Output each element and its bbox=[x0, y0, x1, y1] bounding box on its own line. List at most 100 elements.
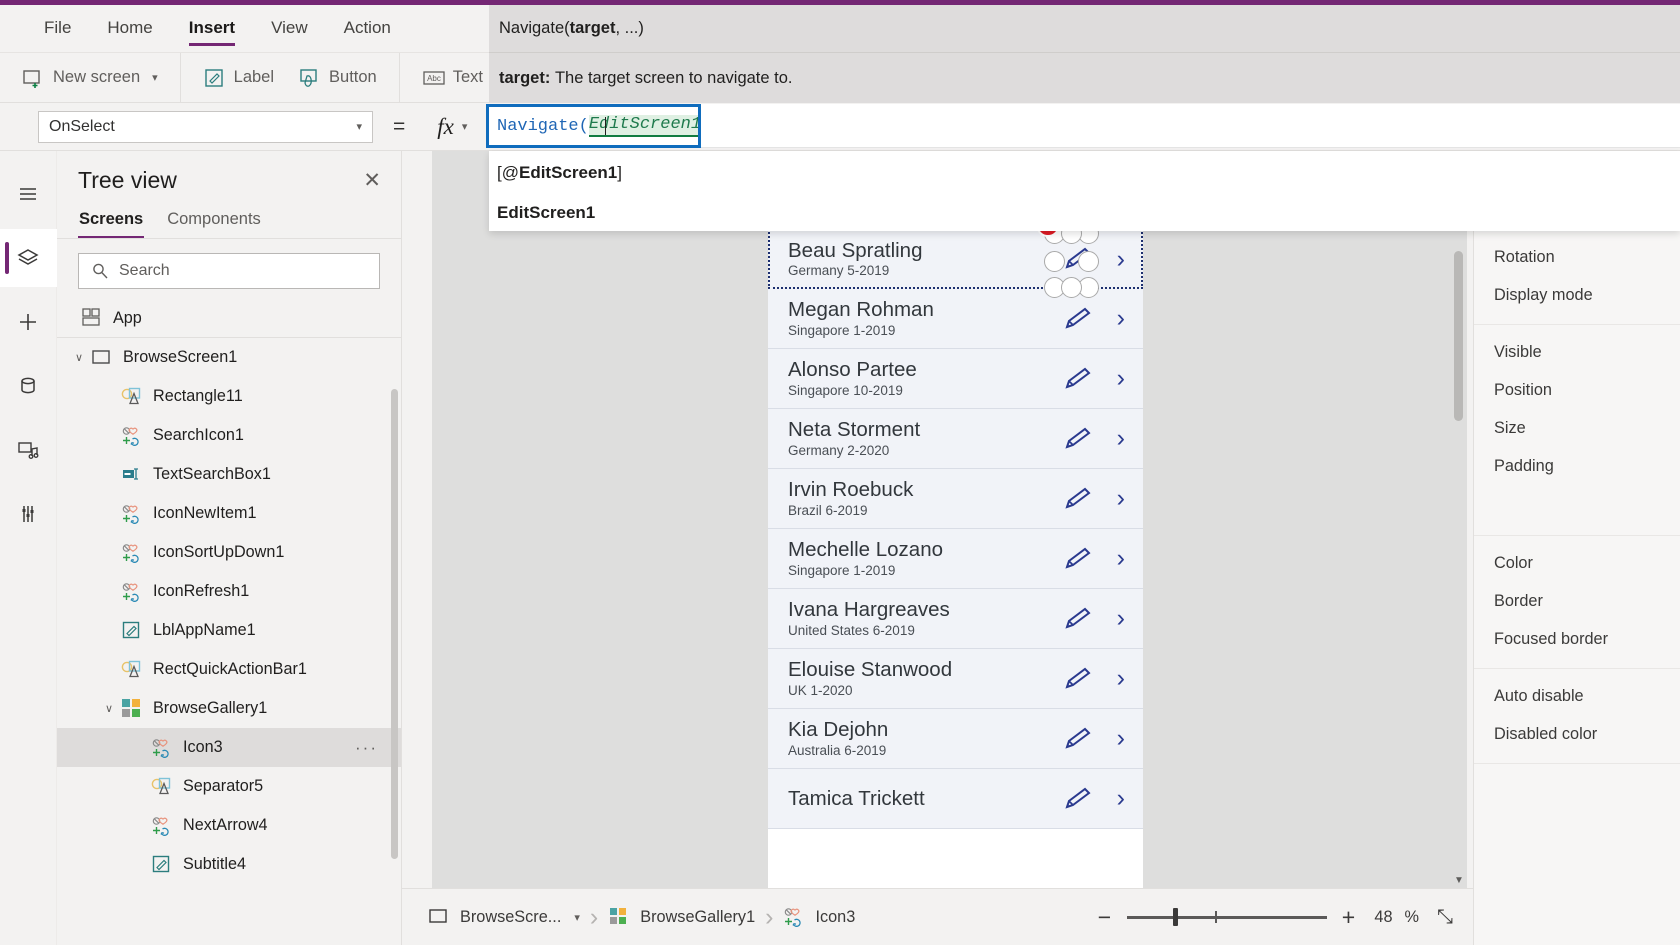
tree-node-browsegallery1[interactable]: ∨ BrowseGallery1 bbox=[57, 689, 401, 728]
chevron-down-icon[interactable]: ∨ bbox=[97, 702, 121, 715]
tree-node-label: LblAppName1 bbox=[153, 621, 256, 639]
gallery-row[interactable]: Irvin Roebuck Brazil 6-2019 › bbox=[768, 469, 1143, 529]
hamburger-menu-icon[interactable] bbox=[0, 165, 57, 223]
breadcrumb-item-gallery[interactable]: BrowseGallery1 bbox=[596, 900, 767, 934]
tree-node-app[interactable]: App bbox=[57, 299, 401, 338]
chevron-down-icon[interactable]: ▾ bbox=[574, 911, 580, 924]
suggestion-item-scoped[interactable]: [@ EditScreen1] bbox=[489, 153, 1680, 193]
new-screen-button[interactable]: New screen ▾ bbox=[10, 60, 170, 96]
gallery-row[interactable]: Neta Storment Germany 2-2020 › bbox=[768, 409, 1143, 469]
gallery-row[interactable]: Megan Rohman Singapore 1-2019 › bbox=[768, 289, 1143, 349]
property-row-auto-disable[interactable]: Auto disable bbox=[1474, 677, 1680, 715]
next-arrow-icon[interactable]: › bbox=[1117, 606, 1125, 631]
gallery-row[interactable]: Ivana Hargreaves United States 6-2019 › bbox=[768, 589, 1143, 649]
canvas-scrollbar[interactable]: ▲ ▼ bbox=[1454, 151, 1464, 888]
property-row-size[interactable]: Size bbox=[1474, 409, 1680, 447]
edit-pencil-icon[interactable] bbox=[1061, 666, 1095, 692]
fit-to-screen-icon[interactable]: ⤡ bbox=[1431, 906, 1453, 929]
gallery-row[interactable]: Elouise Stanwood UK 1-2020 › bbox=[768, 649, 1143, 709]
tab-components[interactable]: Components bbox=[166, 204, 262, 238]
edit-pencil-icon[interactable] bbox=[1061, 726, 1095, 752]
insert-button-button[interactable]: Button bbox=[286, 60, 389, 96]
next-arrow-icon[interactable]: › bbox=[1117, 726, 1125, 751]
edit-pencil-icon[interactable] bbox=[1061, 366, 1095, 392]
edit-pencil-icon[interactable] bbox=[1061, 786, 1095, 812]
edit-pencil-icon[interactable] bbox=[1061, 606, 1095, 632]
chevron-down-icon[interactable]: ∨ bbox=[67, 351, 91, 364]
tree-node-iconnewitem1[interactable]: IconNewItem1 bbox=[57, 494, 401, 533]
property-row-rotation[interactable]: Rotation bbox=[1474, 238, 1680, 276]
media-icon[interactable] bbox=[0, 421, 57, 479]
tree-node-rectangle11[interactable]: Rectangle11 bbox=[57, 377, 401, 416]
zoom-slider[interactable] bbox=[1126, 907, 1327, 927]
edit-pencil-icon[interactable] bbox=[1061, 486, 1095, 512]
resize-handle[interactable] bbox=[1078, 251, 1099, 272]
next-arrow-icon[interactable]: › bbox=[1117, 306, 1125, 331]
tree-node-lblappname1[interactable]: LblAppName1 bbox=[57, 611, 401, 650]
resize-handle[interactable] bbox=[1044, 251, 1065, 272]
tree-node-separator5[interactable]: Separator5 bbox=[57, 767, 401, 806]
zoom-out-button[interactable]: − bbox=[1095, 905, 1115, 929]
fx-expand-button[interactable]: fx ▾ bbox=[425, 109, 480, 144]
menu-item-action[interactable]: Action bbox=[330, 10, 405, 48]
edit-pencil-icon[interactable] bbox=[1061, 306, 1095, 332]
tree-search-box[interactable]: Search bbox=[78, 253, 380, 289]
formula-input-remainder[interactable] bbox=[701, 104, 1680, 148]
gallery-row[interactable]: Tamica Trickett › bbox=[768, 769, 1143, 829]
tree-node-overflow-menu-icon[interactable]: ··· bbox=[355, 738, 378, 758]
breadcrumb-item-screen[interactable]: BrowseScre... ▾ bbox=[416, 900, 592, 934]
gallery-row[interactable]: Kia Dejohn Australia 6-2019 › bbox=[768, 709, 1143, 769]
insert-label-button[interactable]: Label bbox=[191, 60, 286, 96]
gallery-row[interactable]: Beau SpratlingGermany 5-2019›✕ bbox=[768, 213, 1143, 298]
property-row-border[interactable]: Border bbox=[1474, 582, 1680, 620]
tree-node-iconsortupdown1[interactable]: IconSortUpDown1 bbox=[57, 533, 401, 572]
data-icon[interactable] bbox=[0, 357, 57, 415]
menu-item-view[interactable]: View bbox=[257, 10, 322, 48]
gallery-row[interactable]: Mechelle Lozano Singapore 1-2019 › bbox=[768, 529, 1143, 589]
advanced-tools-icon[interactable] bbox=[0, 485, 57, 543]
breadcrumb-item-icon3[interactable]: Icon3 bbox=[771, 900, 867, 934]
next-arrow-icon[interactable]: › bbox=[1117, 546, 1125, 571]
next-arrow-icon[interactable]: › bbox=[1117, 486, 1125, 511]
next-arrow-icon[interactable]: › bbox=[1117, 666, 1125, 691]
tree-node-nextarrow4[interactable]: NextArrow4 bbox=[57, 806, 401, 845]
next-arrow-icon[interactable]: › bbox=[1117, 426, 1125, 451]
insert-icon[interactable] bbox=[0, 293, 57, 351]
tree-view-icon[interactable] bbox=[0, 229, 57, 287]
zoom-slider-knob[interactable] bbox=[1172, 908, 1178, 926]
canvas-scrollbar-thumb[interactable] bbox=[1454, 251, 1463, 421]
insert-button-text: Button bbox=[329, 68, 377, 86]
property-selector[interactable]: OnSelect ▾ bbox=[38, 110, 373, 143]
suggestion-item-screen[interactable]: EditScreen1 bbox=[489, 193, 1680, 233]
edit-pencil-icon[interactable] bbox=[1061, 426, 1095, 452]
gallery-row[interactable]: Alonso Partee Singapore 10-2019 › bbox=[768, 349, 1143, 409]
formula-input[interactable]: Navigate(EditScreen1 bbox=[486, 104, 701, 148]
tree-node-rectquickactionbar1[interactable]: RectQuickActionBar1 bbox=[57, 650, 401, 689]
next-arrow-icon[interactable]: › bbox=[1117, 366, 1125, 391]
menu-item-insert[interactable]: Insert bbox=[175, 10, 249, 48]
next-arrow-icon[interactable]: › bbox=[1117, 246, 1125, 272]
tree-node-subtitle4[interactable]: Subtitle4 bbox=[57, 845, 401, 884]
tree-node-searchicon1[interactable]: SearchIcon1 bbox=[57, 416, 401, 455]
resize-handle[interactable] bbox=[1061, 277, 1082, 298]
tree-node-iconrefresh1[interactable]: IconRefresh1 bbox=[57, 572, 401, 611]
tree-node-textsearchbox1[interactable]: TextSearchBox1 bbox=[57, 455, 401, 494]
menu-item-file[interactable]: File bbox=[30, 10, 85, 48]
tree-scrollbar-thumb[interactable] bbox=[391, 389, 398, 859]
tree-node-icon3[interactable]: Icon3 ··· bbox=[57, 728, 401, 767]
menu-item-home[interactable]: Home bbox=[93, 10, 166, 48]
property-row-visible[interactable]: Visible bbox=[1474, 333, 1680, 371]
tree-node-browsescreen1[interactable]: ∨ BrowseScreen1 bbox=[57, 338, 401, 377]
close-icon[interactable]: ✕ bbox=[363, 170, 381, 191]
property-row-color[interactable]: Color bbox=[1474, 544, 1680, 582]
tab-screens[interactable]: Screens bbox=[78, 204, 145, 238]
property-row-disabled-color[interactable]: Disabled color bbox=[1474, 715, 1680, 753]
property-row-focused-border[interactable]: Focused border bbox=[1474, 620, 1680, 658]
scroll-down-arrow-icon[interactable]: ▼ bbox=[1454, 875, 1464, 886]
property-row-position[interactable]: Position bbox=[1474, 371, 1680, 409]
edit-pencil-icon[interactable] bbox=[1061, 546, 1095, 572]
property-row-padding[interactable]: Padding bbox=[1474, 447, 1680, 485]
next-arrow-icon[interactable]: › bbox=[1117, 786, 1125, 811]
property-row-display-mode[interactable]: Display mode bbox=[1474, 276, 1680, 314]
zoom-in-button[interactable]: + bbox=[1339, 905, 1359, 929]
